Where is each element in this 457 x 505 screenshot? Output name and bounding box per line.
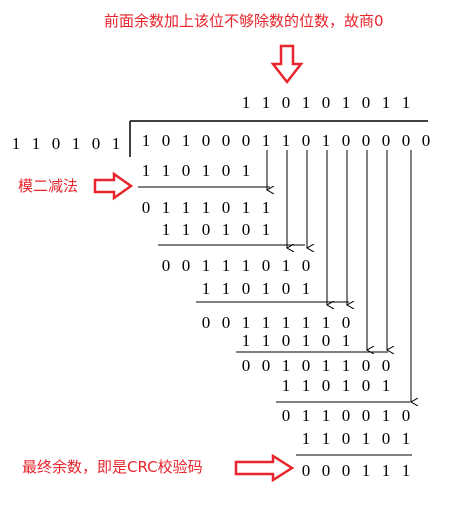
red-arrow-down-icon — [270, 44, 304, 85]
crc-long-division-diagram: 前面余数加上该位不够除数的位数，故商0 模二减法 最终余数，即是CRC校验码 1… — [0, 0, 457, 505]
division-bracket — [129, 120, 428, 157]
red-arrow-right-icon-1 — [93, 171, 134, 201]
red-arrow-right-icon-2 — [234, 453, 295, 483]
subtraction-lines — [138, 186, 412, 456]
diagram-lines — [93, 44, 428, 483]
bring-down-arrows — [267, 150, 411, 402]
